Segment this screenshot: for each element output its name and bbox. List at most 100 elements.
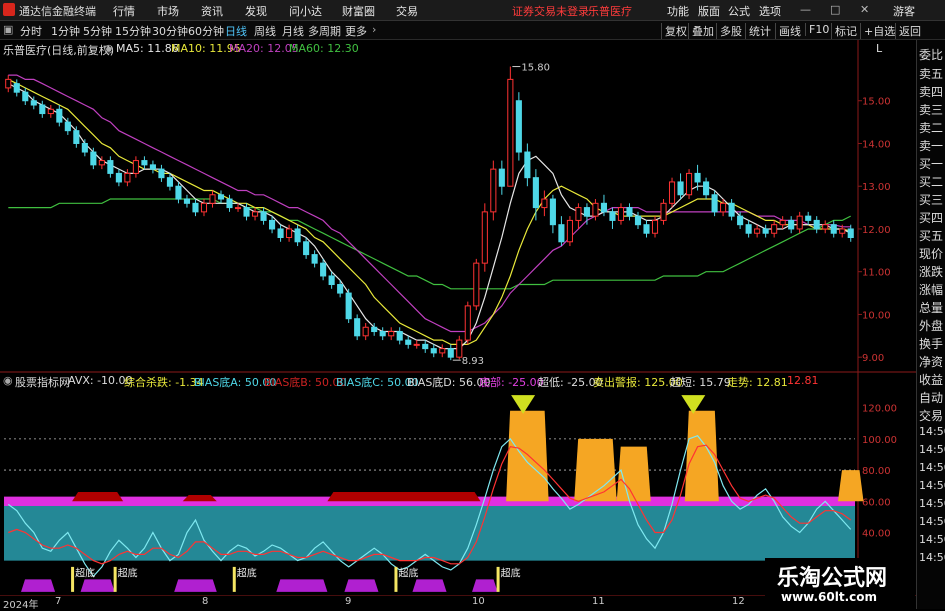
- price-tick-label: 13.00: [862, 182, 891, 193]
- candle-body: [711, 194, 718, 213]
- candle-body: [822, 224, 829, 230]
- tool-tongji[interactable]: 统计: [745, 23, 774, 39]
- price-tick-label: 12.00: [862, 225, 891, 236]
- quote-sell4: 卖四: [919, 85, 944, 99]
- candle-body: [524, 151, 531, 179]
- candle-body: [209, 194, 216, 204]
- candle-body: [303, 241, 310, 256]
- period-day[interactable]: 日线: [225, 23, 247, 39]
- candle-body: [660, 202, 667, 221]
- tool-duogu[interactable]: 多股: [716, 23, 745, 39]
- candle-body: [694, 172, 701, 183]
- candle-body: [490, 168, 497, 213]
- menu-zixun[interactable]: 资讯: [201, 3, 223, 19]
- tool-huaxian[interactable]: 画线: [775, 23, 804, 39]
- candle-body: [234, 207, 242, 210]
- orange-block: [684, 410, 719, 502]
- auto-label[interactable]: 自动: [919, 389, 943, 406]
- candle-body: [39, 104, 46, 115]
- orange-block: [837, 470, 864, 502]
- tool-biaoji[interactable]: 标记: [831, 23, 860, 39]
- date-month-11: 11: [592, 596, 605, 607]
- price-tick-label: 11.00: [862, 268, 891, 279]
- candle-body: [149, 164, 156, 170]
- trade-label[interactable]: 交易: [919, 407, 943, 424]
- period-fenshi[interactable]: 分时: [20, 23, 42, 39]
- tool-fanhui[interactable]: 返回: [895, 23, 924, 39]
- login-status[interactable]: 证券交易未登录: [512, 3, 589, 19]
- candle-body: [396, 331, 403, 341]
- menu-gongneng[interactable]: 功能: [667, 3, 689, 19]
- candle-body: [175, 185, 182, 200]
- tool-diejia[interactable]: 叠加: [688, 23, 717, 39]
- candle-body: [388, 331, 395, 337]
- kline-chart[interactable]: 15.00 14.00 13.00 12.00 11.00 10.00 9.00 15.80 8…: [0, 40, 916, 609]
- candle-body: [617, 207, 625, 221]
- candle-body: [166, 177, 173, 187]
- period-1min[interactable]: 1分钟: [51, 23, 80, 39]
- date-month-10: 10: [472, 596, 485, 607]
- menu-gongshi[interactable]: 公式: [728, 3, 750, 19]
- candle-body: [728, 202, 735, 217]
- menu-caifuquan[interactable]: 财富圈: [342, 3, 375, 19]
- candle-body: [183, 198, 191, 204]
- candle-body: [158, 168, 165, 179]
- period-month[interactable]: 月线: [282, 23, 304, 39]
- menu-banmian[interactable]: 版面: [698, 3, 720, 19]
- menu-xuanxiang[interactable]: 选项: [759, 3, 781, 19]
- candle-body: [456, 339, 463, 358]
- indicator-name[interactable]: 股票指标网: [15, 374, 70, 390]
- quote-sell5: 卖五: [919, 67, 944, 81]
- period-week[interactable]: 周线: [254, 23, 276, 39]
- tool-f10[interactable]: F10: [805, 23, 832, 36]
- chaodi-bar: [394, 566, 398, 592]
- period-multi[interactable]: 多周期: [308, 23, 341, 39]
- quote-buy2: 买二: [919, 175, 944, 189]
- tool-fuquan[interactable]: 复权: [661, 23, 690, 39]
- close-icon[interactable]: ✕: [860, 3, 869, 16]
- ind-tick-label: 40.00: [862, 529, 891, 540]
- menu-jiaoyi[interactable]: 交易: [396, 3, 418, 19]
- candle-body: [13, 83, 20, 93]
- quote-buy1: 买一: [919, 157, 944, 171]
- tool-zixuan[interactable]: +自选: [860, 23, 898, 39]
- guest-button[interactable]: 游客: [893, 3, 915, 19]
- quote-sell2: 卖二: [919, 121, 944, 135]
- settings-icon[interactable]: ◉: [104, 42, 114, 55]
- period-30min[interactable]: 30分钟: [152, 23, 188, 39]
- bottom-purple-bump: [412, 579, 447, 592]
- indicator-settings-icon[interactable]: ◉: [3, 374, 13, 387]
- period-60min[interactable]: 60分钟: [188, 23, 224, 39]
- period-more[interactable]: 更多: [345, 23, 367, 39]
- maximize-icon[interactable]: □: [830, 3, 840, 16]
- candle-body: [600, 202, 608, 213]
- candle-body: [217, 194, 225, 200]
- quote-sell1: 卖一: [919, 139, 944, 153]
- candle-body: [115, 172, 122, 183]
- candle-body: [481, 211, 488, 264]
- candle-body: [320, 262, 327, 277]
- chart-icon[interactable]: ▣: [3, 23, 13, 36]
- ind-tick-label: 60.00: [862, 497, 891, 508]
- menu-wenxiaoda[interactable]: 问小达: [289, 3, 322, 19]
- period-5min[interactable]: 5分钟: [83, 23, 112, 39]
- candle-body: [311, 254, 318, 264]
- watermark-url: www.60lt.com: [781, 590, 878, 604]
- menu-faxian[interactable]: 发现: [245, 3, 267, 19]
- candle-body: [422, 343, 429, 350]
- date-month-12: 12: [732, 596, 745, 607]
- candle-body: [286, 228, 293, 239]
- candle-body: [439, 348, 446, 354]
- menu-hangqing[interactable]: 行情: [113, 3, 135, 19]
- period-15min[interactable]: 15分钟: [115, 23, 151, 39]
- candle-body: [22, 91, 29, 102]
- candle-body: [5, 78, 12, 89]
- title-bar: 通达信金融终端 行情 市场 资讯 发现 问小达 财富圈 交易 证券交易未登录 乐…: [0, 0, 945, 21]
- menu-shichang[interactable]: 市场: [157, 3, 179, 19]
- indicator-legend: ◉ 股票指标网 AVX: -10.00 综合杀跌: -1.34 BIAS底A: …: [0, 373, 880, 389]
- chaodi-label: 超底: [398, 566, 418, 579]
- quote-zongliang: 总量: [919, 301, 944, 315]
- minimize-icon[interactable]: —: [800, 3, 811, 16]
- app-logo: [3, 3, 15, 16]
- chevron-right-icon[interactable]: ›: [372, 23, 376, 36]
